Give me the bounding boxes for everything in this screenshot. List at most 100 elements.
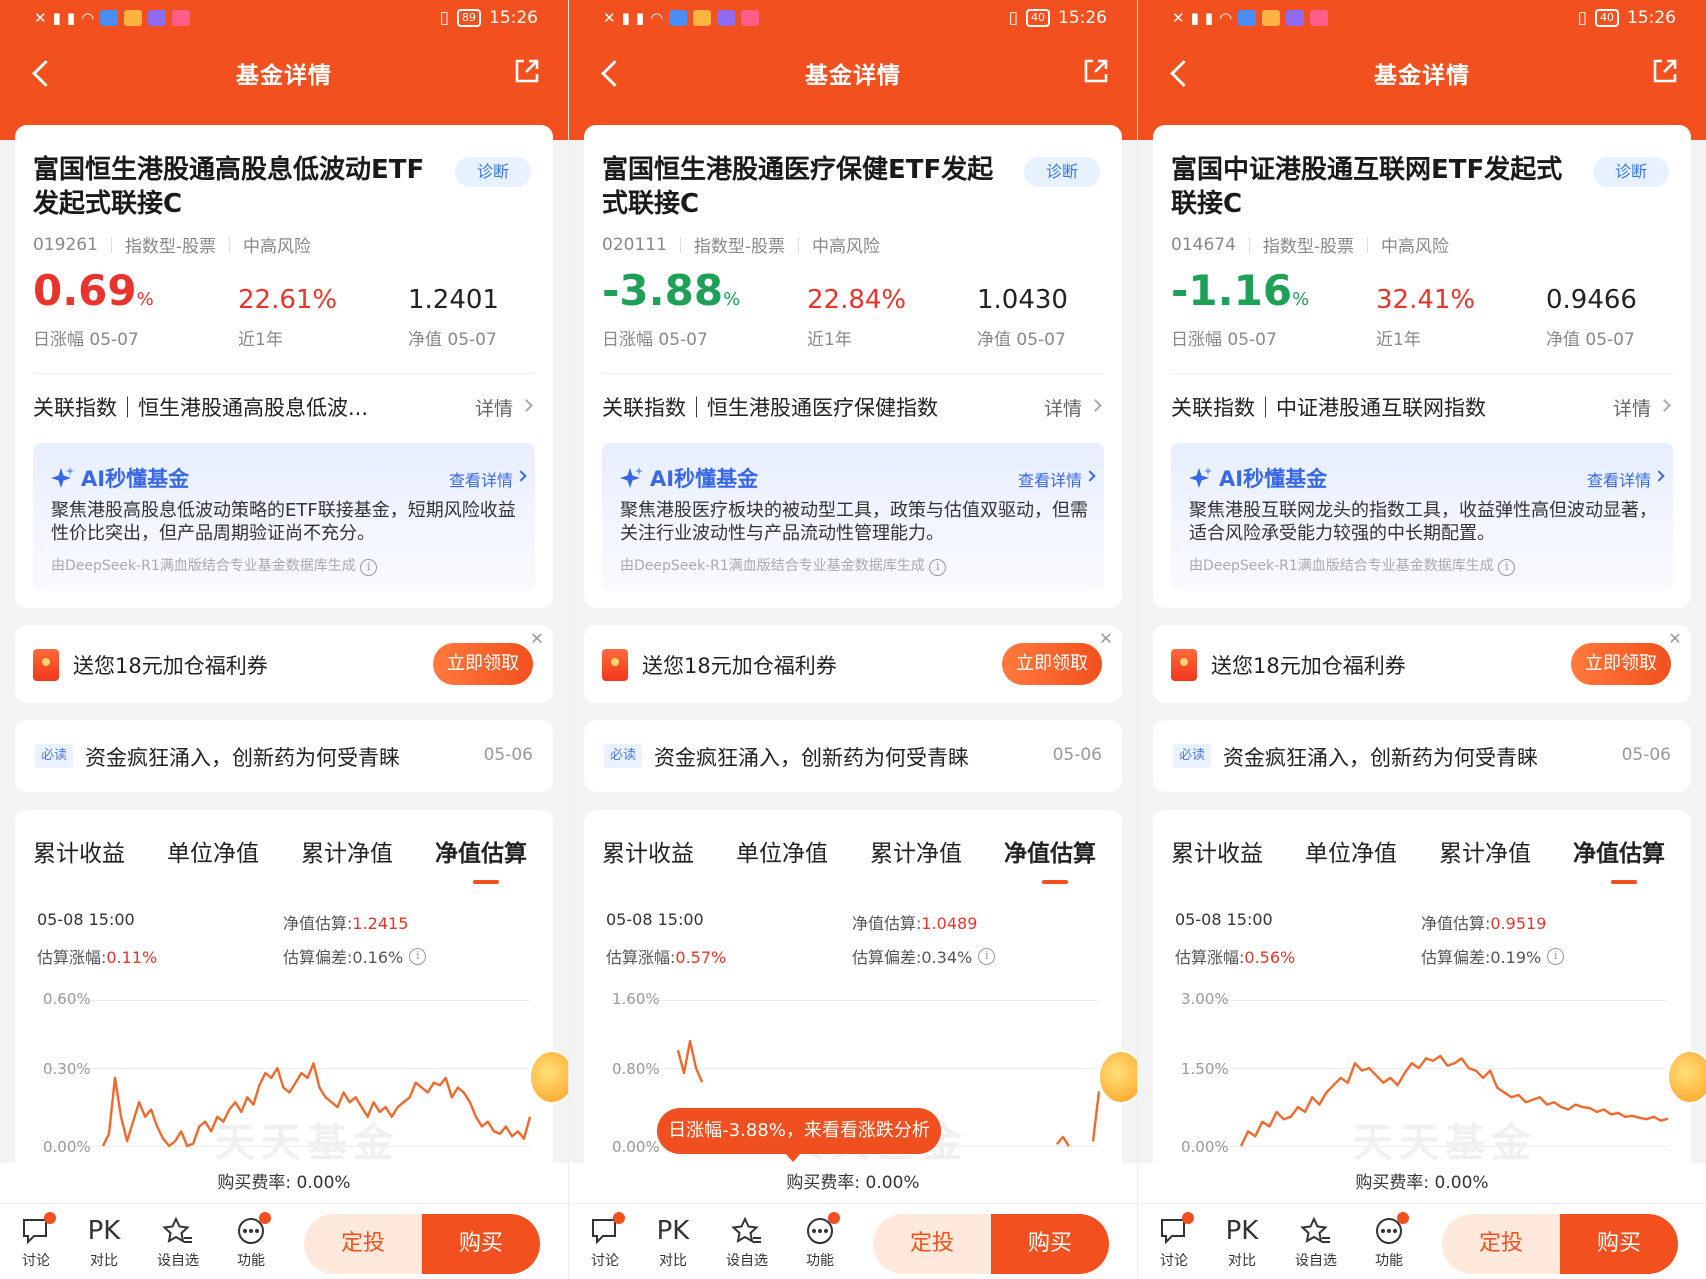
tab-cumulative-nav[interactable]: 累计净值 <box>870 834 962 868</box>
one-year-return: 22.84% <box>807 285 907 315</box>
add-watchlist-button[interactable]: 设自选 <box>717 1216 777 1270</box>
mascot-icon[interactable] <box>529 1050 568 1104</box>
fund-name: 富国恒生港股通高股息低波动ETF发起式联接C <box>33 155 425 219</box>
close-icon[interactable]: ✕ <box>527 629 547 649</box>
compare-button[interactable]: PK 对比 <box>1212 1216 1272 1270</box>
fund-name: 富国恒生港股通医疗保健ETF发起式联接C <box>602 155 994 219</box>
discuss-label: 讨论 <box>22 1253 50 1269</box>
ai-view-detail-link[interactable]: 查看详情 <box>449 467 513 491</box>
news-date: 05-06 <box>1621 745 1671 765</box>
active-tab-indicator <box>473 880 499 884</box>
tab-cumulative-nav[interactable]: 累计净值 <box>301 834 393 868</box>
one-year-label: 近1年 <box>238 330 283 350</box>
tab-cumulative-return[interactable]: 累计收益 <box>33 834 125 868</box>
index-detail-link[interactable]: 详情 <box>475 394 513 421</box>
discuss-button[interactable]: 讨论 <box>575 1212 635 1270</box>
nav-value: 1.0430 <box>977 285 1068 315</box>
divider <box>798 236 800 253</box>
info-icon[interactable]: i <box>360 559 378 576</box>
tab-nav-estimate[interactable]: 净值估算 <box>1004 834 1096 868</box>
add-watchlist-button[interactable]: 设自选 <box>148 1216 208 1270</box>
notification-icon: ✕ <box>1172 9 1185 27</box>
auto-invest-button[interactable]: 定投 <box>1442 1214 1560 1274</box>
star-icon <box>162 1216 192 1243</box>
signal-icon: ▮ <box>635 9 645 27</box>
tab-cumulative-return[interactable]: 累计收益 <box>1171 834 1263 868</box>
tab-cumulative-return[interactable]: 累计收益 <box>602 834 694 868</box>
functions-button[interactable]: 功能 <box>790 1212 850 1270</box>
compare-button[interactable]: PK 对比 <box>74 1216 134 1270</box>
diagnose-button[interactable]: 诊断 <box>455 157 531 187</box>
info-icon[interactable]: i <box>1498 559 1516 576</box>
functions-button[interactable]: 功能 <box>1359 1212 1419 1270</box>
news-item[interactable]: 必读 资金疯狂涌入，创新药为何受青睐 05-06 <box>1153 720 1691 792</box>
estimate-time: 05-08 15:00 <box>1175 910 1273 929</box>
related-index-row[interactable]: 关联指数｜中证港股通互联网指数 详情 <box>1171 388 1673 424</box>
diagnose-button[interactable]: 诊断 <box>1024 157 1100 187</box>
info-icon[interactable]: i <box>978 947 996 965</box>
tab-unit-nav[interactable]: 单位净值 <box>1305 834 1397 868</box>
estimate-nav: 净值估算:1.0489 <box>852 910 977 934</box>
add-watchlist-label: 设自选 <box>157 1253 199 1269</box>
auto-invest-button[interactable]: 定投 <box>873 1214 991 1274</box>
index-detail-link[interactable]: 详情 <box>1613 394 1651 421</box>
news-item[interactable]: 必读 资金疯狂涌入，创新药为何受青睐 05-06 <box>15 720 553 792</box>
functions-button[interactable]: 功能 <box>221 1212 281 1270</box>
claim-coupon-button[interactable]: 立即领取 <box>1571 643 1671 685</box>
compare-label: 对比 <box>90 1253 118 1269</box>
estimate-deviation-label-value: 估算偏差:0.34% <box>852 944 972 968</box>
close-icon[interactable]: ✕ <box>1096 629 1116 649</box>
tab-unit-nav[interactable]: 单位净值 <box>736 834 828 868</box>
claim-coupon-button[interactable]: 立即领取 <box>1002 643 1102 685</box>
battery-icon: 89 <box>457 9 481 27</box>
add-watchlist-button[interactable]: 设自选 <box>1286 1216 1346 1270</box>
app-icon <box>1310 10 1329 26</box>
share-icon[interactable] <box>1081 56 1111 86</box>
tab-nav-estimate[interactable]: 净值估算 <box>435 834 527 868</box>
auto-invest-button[interactable]: 定投 <box>304 1214 422 1274</box>
bottom-action-bar: 讨论 PK 对比 设自选 功能 定投 购买 <box>569 1203 1137 1279</box>
estimate-deviation: 估算偏差:0.19% i <box>1421 944 1565 968</box>
related-index-row[interactable]: 关联指数｜恒生港股通医疗保健指数 详情 <box>602 388 1104 424</box>
tab-nav-estimate[interactable]: 净值估算 <box>1573 834 1665 868</box>
sparkle-icon <box>620 467 643 488</box>
one-year-label: 近1年 <box>1376 330 1421 350</box>
compare-button[interactable]: PK 对比 <box>643 1216 703 1270</box>
estimate-nav-label: 净值估算: <box>852 914 922 933</box>
compare-label: 对比 <box>1228 1253 1256 1269</box>
buy-button[interactable]: 购买 <box>422 1214 540 1274</box>
signal-icon: ▮ <box>1204 9 1214 27</box>
discuss-button[interactable]: 讨论 <box>6 1212 66 1270</box>
mascot-icon[interactable] <box>1667 1050 1706 1104</box>
tab-unit-nav[interactable]: 单位净值 <box>167 834 259 868</box>
related-index-row[interactable]: 关联指数｜恒生港股通高股息低波... 详情 <box>33 388 535 424</box>
change-analysis-toast[interactable]: 日涨幅-3.88%，来看看涨跌分析 <box>657 1108 941 1162</box>
app-icon <box>669 10 688 26</box>
ai-title-text: AI秒懂基金 <box>650 467 759 491</box>
chevron-right-icon <box>1653 470 1665 482</box>
news-item[interactable]: 必读 资金疯狂涌入，创新药为何受青睐 05-06 <box>584 720 1122 792</box>
claim-coupon-button[interactable]: 立即领取 <box>433 643 533 685</box>
close-icon[interactable]: ✕ <box>1665 629 1685 649</box>
share-icon[interactable] <box>1650 56 1680 86</box>
buy-button[interactable]: 购买 <box>991 1214 1109 1274</box>
ai-view-detail-link[interactable]: 查看详情 <box>1587 467 1651 491</box>
news-title: 资金疯狂涌入，创新药为何受青睐 <box>85 746 400 770</box>
screenshot-collage: ✕ ▮ ▮ ◠ ▯ 89 15:26 基金详情 富国恒生港股通高股息低波动ETF… <box>0 0 1706 1279</box>
app-icon <box>717 10 736 26</box>
info-icon[interactable]: i <box>1547 947 1565 965</box>
ai-view-detail-link[interactable]: 查看详情 <box>1018 467 1082 491</box>
index-detail-link[interactable]: 详情 <box>1044 394 1082 421</box>
discuss-button[interactable]: 讨论 <box>1144 1212 1204 1270</box>
mascot-icon[interactable] <box>1098 1050 1137 1104</box>
tab-cumulative-nav[interactable]: 累计净值 <box>1439 834 1531 868</box>
ai-source-note: 由DeepSeek-R1满血版结合专业基金数据库生成 i <box>620 555 947 576</box>
sparkle-icon <box>1189 467 1212 488</box>
info-icon[interactable]: i <box>409 947 427 965</box>
buy-button[interactable]: 购买 <box>1560 1214 1678 1274</box>
share-icon[interactable] <box>512 56 542 86</box>
info-icon[interactable]: i <box>929 559 947 576</box>
diagnose-button[interactable]: 诊断 <box>1593 157 1669 187</box>
fund-type: 指数型-股票 <box>124 237 217 257</box>
status-icons: ✕ ▮ ▮ ◠ <box>603 9 760 27</box>
